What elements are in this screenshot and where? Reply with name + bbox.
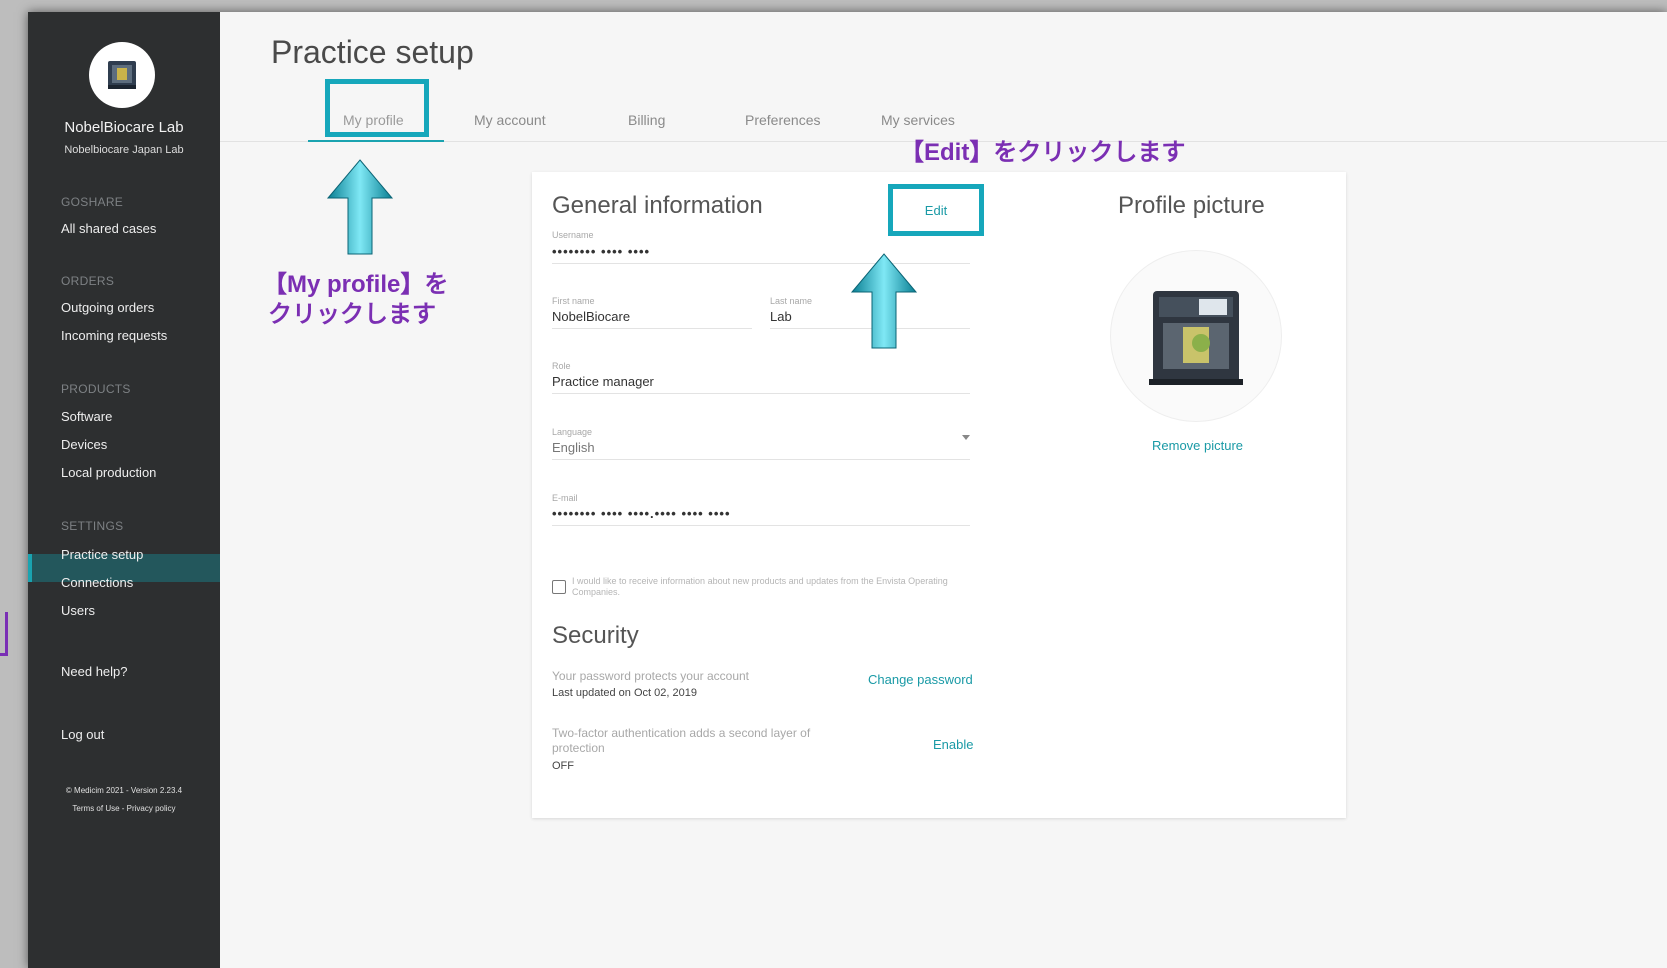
general-information-title: General information	[552, 192, 763, 219]
language-select[interactable]: English	[552, 440, 595, 455]
consent-checkbox[interactable]	[552, 580, 566, 594]
password-description: Your password protects your account	[552, 669, 749, 683]
last-name-label: Last name	[770, 296, 813, 306]
first-name-label: First name	[552, 296, 595, 306]
sidebar-item-outgoing-orders[interactable]: Outgoing orders	[61, 300, 154, 315]
section-products: PRODUCTS	[61, 382, 131, 396]
annotation-my-profile-line2: クリックします	[268, 301, 436, 328]
my-profile-highlight	[325, 79, 429, 137]
sidebar-item-log-out[interactable]: Log out	[61, 727, 104, 742]
language-label: Language	[552, 427, 593, 437]
edge-annotation-mark	[0, 612, 8, 656]
annotation-my-profile-line1: 【My profile】を	[263, 271, 449, 298]
tab-my-account[interactable]: My account	[474, 112, 546, 128]
active-tab-indicator	[308, 140, 444, 142]
sidebar-item-devices[interactable]: Devices	[61, 437, 107, 452]
arrow-up-icon	[326, 159, 394, 255]
sidebar-item-all-shared-cases[interactable]: All shared cases	[61, 221, 156, 236]
consent-text: I would like to receive information abou…	[572, 576, 948, 597]
email-label: E-mail	[552, 493, 578, 503]
username-label: Username	[552, 230, 594, 240]
device-image-icon	[1149, 291, 1243, 385]
email-underline	[552, 525, 970, 526]
role-field[interactable]: Practice manager	[552, 374, 654, 389]
tab-preferences[interactable]: Preferences	[745, 112, 820, 128]
role-label: Role	[552, 361, 571, 371]
sidebar: NobelBiocare Lab Nobelbiocare Japan Lab …	[28, 12, 220, 968]
language-underline	[552, 459, 970, 460]
sidebar-item-incoming-requests[interactable]: Incoming requests	[61, 328, 167, 343]
sidebar-item-connections[interactable]: Connections	[61, 575, 133, 590]
section-orders: ORDERS	[61, 274, 115, 288]
tab-my-services[interactable]: My services	[881, 112, 955, 128]
username-value[interactable]: •••••••• •••• ••••	[552, 244, 650, 259]
org-subtitle: Nobelbiocare Japan Lab	[64, 144, 184, 156]
first-name-field[interactable]: NobelBiocare	[552, 309, 630, 324]
last-name-field[interactable]: Lab	[770, 309, 792, 324]
device-icon	[108, 61, 136, 89]
annotation-edit: 【Edit】をクリックします	[900, 139, 1186, 166]
first-name-underline	[552, 328, 752, 329]
chevron-down-icon[interactable]	[962, 435, 970, 440]
org-name: NobelBiocare Lab	[64, 119, 184, 136]
section-goshare: GOSHARE	[61, 195, 124, 209]
app-window: NobelBiocare Lab Nobelbiocare Japan Lab …	[28, 12, 1667, 968]
version-text: © Medicim 2021 - Version 2.23.4	[65, 786, 183, 795]
sidebar-item-local-production[interactable]: Local production	[61, 465, 156, 480]
email-field[interactable]: •••••••• •••• ••••.•••• •••• ••••	[552, 506, 731, 521]
page-title: Practice setup	[271, 34, 474, 70]
enable-two-factor-link[interactable]: Enable	[933, 737, 973, 752]
security-title: Security	[552, 622, 639, 649]
sidebar-item-software[interactable]: Software	[61, 409, 112, 424]
footer-links[interactable]: Terms of Use - Privacy policy	[28, 804, 220, 813]
remove-picture-link[interactable]: Remove picture	[1152, 438, 1243, 453]
sidebar-item-practice-setup[interactable]: Practice setup	[61, 547, 143, 562]
sidebar-item-need-help[interactable]: Need help?	[61, 664, 128, 679]
two-factor-description: Two-factor authentication adds a second …	[552, 726, 811, 755]
arrow-up-icon	[850, 253, 918, 349]
org-avatar[interactable]	[89, 42, 155, 108]
edit-button[interactable]: Edit	[888, 184, 984, 236]
sidebar-item-users[interactable]: Users	[61, 603, 95, 618]
change-password-link[interactable]: Change password	[868, 672, 973, 687]
role-underline	[552, 393, 970, 394]
profile-card: General information Edit Username ••••••…	[532, 172, 1346, 818]
tab-billing[interactable]: Billing	[628, 112, 665, 128]
section-settings: SETTINGS	[61, 519, 124, 533]
password-last-updated: Last updated on Oct 02, 2019	[552, 687, 697, 699]
two-factor-status: OFF	[552, 760, 574, 772]
profile-picture[interactable]	[1110, 250, 1282, 422]
profile-picture-title: Profile picture	[1118, 192, 1265, 219]
